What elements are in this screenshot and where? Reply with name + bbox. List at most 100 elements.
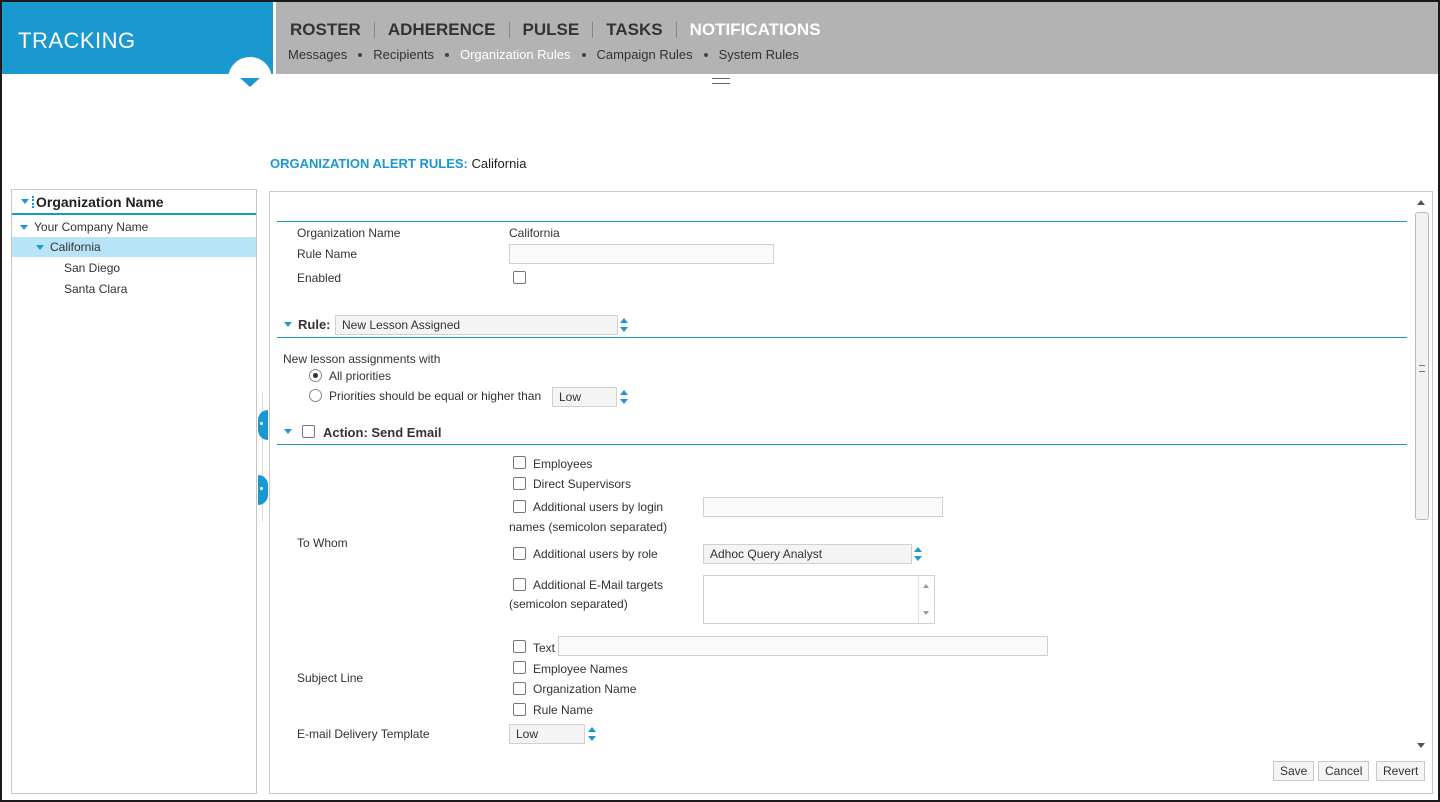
action-label: Action: Send Email xyxy=(323,425,442,440)
menu-toggle-button[interactable] xyxy=(228,57,272,101)
additional-login-label: Additional users by login xyxy=(533,500,664,514)
top-navigation: ROSTER ADHERENCE PULSE TASKS NOTIFICATIO… xyxy=(276,2,1438,74)
tree-node-label: Your Company Name xyxy=(34,220,149,234)
template-label: E-mail Delivery Template xyxy=(297,727,430,741)
subnav-campaign-rules[interactable]: Campaign Rules xyxy=(597,47,693,62)
direct-supervisors-label: Direct Supervisors xyxy=(533,477,632,491)
additional-role-checkbox[interactable] xyxy=(513,547,526,560)
employee-names-checkbox[interactable] xyxy=(513,661,526,674)
rule-section-collapse-icon[interactable] xyxy=(284,322,292,327)
subnav-organization-rules[interactable]: Organization Rules xyxy=(460,47,571,62)
tree-node-santa-clara[interactable]: Santa Clara xyxy=(12,279,256,299)
subnav-system-rules[interactable]: System Rules xyxy=(719,47,799,62)
rule-select-spinner-icon[interactable] xyxy=(620,318,630,332)
additional-role-label: Additional users by role xyxy=(533,547,658,561)
revert-button[interactable]: Revert xyxy=(1376,761,1426,781)
rule-select[interactable]: New Lesson Assigned xyxy=(335,315,618,335)
tree-node-label: California xyxy=(50,240,101,254)
cancel-button[interactable]: Cancel xyxy=(1318,761,1370,781)
to-whom-label: To Whom xyxy=(297,536,348,550)
lesson-intro-text: New lesson assignments with xyxy=(283,352,441,366)
nav-roster[interactable]: ROSTER xyxy=(290,21,374,38)
role-select-spinner-icon[interactable] xyxy=(914,547,924,561)
direct-supervisors-checkbox[interactable] xyxy=(513,477,526,490)
action-section-collapse-icon[interactable] xyxy=(284,429,292,434)
brand-panel: TRACKING xyxy=(2,2,273,74)
tree-header[interactable]: Organization Name xyxy=(12,190,256,215)
rule-name-input[interactable] xyxy=(509,244,774,264)
subnav-separator xyxy=(444,52,449,57)
rule-name-checkbox[interactable] xyxy=(513,703,526,716)
organization-name-label: Organization Name xyxy=(533,682,637,696)
employees-label: Employees xyxy=(533,457,593,471)
radio-all-priorities-label: All priorities xyxy=(329,369,392,383)
subject-text-input[interactable] xyxy=(558,636,1048,656)
vertical-scrollbar[interactable] xyxy=(1413,194,1429,752)
save-button[interactable]: Save xyxy=(1273,761,1315,781)
scroll-down-icon[interactable] xyxy=(1417,743,1425,748)
page-title-label: ORGANIZATION ALERT RULES: xyxy=(270,156,468,171)
subject-text-checkbox[interactable] xyxy=(513,640,526,653)
section-divider xyxy=(277,337,1407,338)
employees-checkbox[interactable] xyxy=(513,456,526,469)
tree-node-label: Santa Clara xyxy=(64,282,128,296)
tree-node-your-company[interactable]: Your Company Name xyxy=(12,217,256,237)
additional-login-label-2: names (semicolon separated) xyxy=(509,520,668,534)
subnav-separator xyxy=(703,52,708,57)
tree-node-california[interactable]: California xyxy=(12,237,256,257)
template-select[interactable]: Low xyxy=(509,724,585,744)
expand-arrow-icon[interactable] xyxy=(36,244,44,250)
organization-name-checkbox[interactable] xyxy=(513,682,526,695)
textarea-scrollbar[interactable] xyxy=(918,576,934,623)
sub-nav: Messages Recipients Organization Rules C… xyxy=(288,47,799,62)
collapse-arrow-icon[interactable] xyxy=(21,199,29,204)
brand-title: TRACKING xyxy=(18,28,136,53)
tree-header-label: Organization Name xyxy=(36,193,164,210)
page-title-value: California xyxy=(471,156,527,171)
nav-adherence[interactable]: ADHERENCE xyxy=(373,21,509,38)
subnav-separator xyxy=(581,52,586,57)
header-resize-grip-icon[interactable] xyxy=(712,78,730,84)
enabled-label: Enabled xyxy=(297,271,342,285)
radio-all-priorities[interactable] xyxy=(309,369,322,382)
subject-line-label: Subject Line xyxy=(297,671,364,685)
subnav-separator xyxy=(358,52,363,57)
section-divider xyxy=(277,444,1407,445)
additional-email-checkbox[interactable] xyxy=(513,578,526,591)
page-title: ORGANIZATION ALERT RULES: California xyxy=(270,156,526,171)
tree-node-san-diego[interactable]: San Diego xyxy=(12,258,256,278)
enabled-checkbox[interactable] xyxy=(513,271,526,284)
additional-email-textarea[interactable] xyxy=(703,575,935,624)
collapse-left-handle[interactable] xyxy=(258,410,268,440)
additional-email-label-2: (semicolon separated) xyxy=(509,597,628,611)
rule-name-label: Rule Name xyxy=(297,247,358,261)
subnav-recipients[interactable]: Recipients xyxy=(373,47,434,62)
rule-name-option-label: Rule Name xyxy=(533,703,594,717)
scroll-up-icon[interactable] xyxy=(1417,200,1425,205)
rule-label: Rule: xyxy=(298,317,331,332)
expand-arrow-icon[interactable] xyxy=(20,224,28,230)
additional-login-checkbox[interactable] xyxy=(513,500,526,513)
radio-priority-threshold[interactable] xyxy=(309,389,322,402)
rule-editor-panel xyxy=(269,191,1433,794)
subject-text-label: Text xyxy=(533,641,556,655)
additional-login-input[interactable] xyxy=(703,497,943,517)
org-name-value: California xyxy=(509,226,560,240)
main-nav: ROSTER ADHERENCE PULSE TASKS NOTIFICATIO… xyxy=(290,21,834,38)
priority-select-spinner-icon[interactable] xyxy=(620,390,630,404)
nav-notifications[interactable]: NOTIFICATIONS xyxy=(675,21,834,38)
section-divider xyxy=(277,221,1407,222)
nav-pulse[interactable]: PULSE xyxy=(508,21,593,38)
organization-tree: Organization Name Your Company Name Cali… xyxy=(11,189,257,794)
org-name-label: Organization Name xyxy=(297,226,401,240)
employee-names-label: Employee Names xyxy=(533,662,628,676)
additional-email-label: Additional E-Mail targets xyxy=(533,578,664,592)
nav-tasks[interactable]: TASKS xyxy=(592,21,675,38)
tree-node-label: San Diego xyxy=(64,261,121,275)
scroll-thumb[interactable] xyxy=(1415,212,1429,520)
role-select[interactable]: Adhoc Query Analyst xyxy=(703,544,912,564)
subnav-messages[interactable]: Messages xyxy=(288,47,347,62)
action-checkbox[interactable] xyxy=(302,425,315,438)
priority-select[interactable]: Low xyxy=(552,387,617,407)
template-select-spinner-icon[interactable] xyxy=(588,727,598,741)
